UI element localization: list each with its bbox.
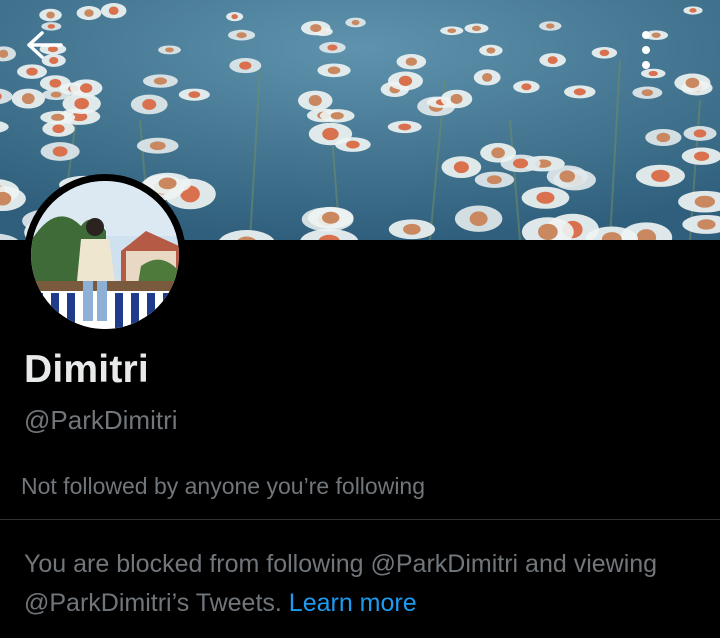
banner-daisy	[319, 41, 346, 54]
banner-daisy	[39, 8, 62, 22]
banner-daisy	[521, 186, 570, 209]
banner-daisy	[441, 156, 482, 179]
banner-daisy	[454, 205, 503, 232]
banner-daisy	[387, 120, 422, 134]
banner-daisy	[226, 12, 244, 22]
banner-daisy	[11, 88, 45, 109]
arrow-left-icon	[27, 31, 63, 59]
banner-daisy	[474, 171, 515, 188]
divider	[0, 519, 720, 520]
banner-daisy	[227, 29, 256, 41]
banner-daisy	[464, 23, 489, 34]
banner-daisy	[683, 6, 703, 15]
banner-daisy	[480, 142, 517, 163]
banner-daisy	[158, 45, 181, 55]
more-vertical-icon	[642, 31, 650, 69]
banner-daisy	[307, 206, 354, 229]
banner-daisy	[40, 142, 80, 161]
banner-daisy	[178, 88, 210, 101]
banner-daisy	[564, 85, 596, 99]
banner-daisy	[473, 69, 501, 86]
learn-more-link[interactable]: Learn more	[289, 589, 417, 617]
banner-daisy	[396, 54, 427, 70]
banner-daisy	[440, 89, 473, 109]
banner-daisy	[513, 80, 540, 94]
banner-daisy	[345, 17, 366, 28]
banner-daisy	[136, 137, 179, 154]
banner-daisy	[388, 219, 436, 240]
banner-daisy	[229, 58, 262, 74]
banner-daisy	[297, 90, 333, 111]
banner-daisy	[681, 147, 720, 165]
banner-daisy	[683, 126, 717, 141]
banner-daisy	[635, 164, 685, 187]
blocked-notice: You are blocked from following @ParkDimi…	[24, 545, 704, 623]
banner-daisy	[300, 20, 331, 36]
profile-handle: @ParkDimitri	[24, 405, 178, 435]
followers-you-know-note: Not followed by anyone you’re following	[21, 473, 426, 499]
banner-daisy	[308, 122, 353, 146]
banner-daisy	[546, 165, 588, 188]
banner-daisy	[143, 74, 178, 88]
banner-daisy	[632, 86, 663, 99]
more-options-button[interactable]	[640, 30, 696, 82]
banner-daisy	[479, 44, 503, 57]
banner-daisy	[317, 63, 351, 78]
banner-daisy	[440, 26, 464, 36]
banner-daisy	[539, 53, 566, 68]
display-name: Dimitri	[24, 348, 149, 391]
banner-daisy	[100, 3, 127, 19]
back-button[interactable]	[26, 30, 86, 82]
banner-daisy	[130, 94, 168, 115]
banner-daisy	[539, 21, 562, 31]
banner-daisy	[645, 128, 682, 147]
banner-daisy	[591, 47, 618, 59]
avatar-photo	[31, 181, 179, 329]
banner-daisy	[319, 109, 355, 123]
avatar[interactable]	[24, 174, 186, 336]
banner-daisy	[76, 6, 102, 21]
banner-daisy	[387, 71, 423, 91]
banner-daisy	[42, 120, 75, 137]
